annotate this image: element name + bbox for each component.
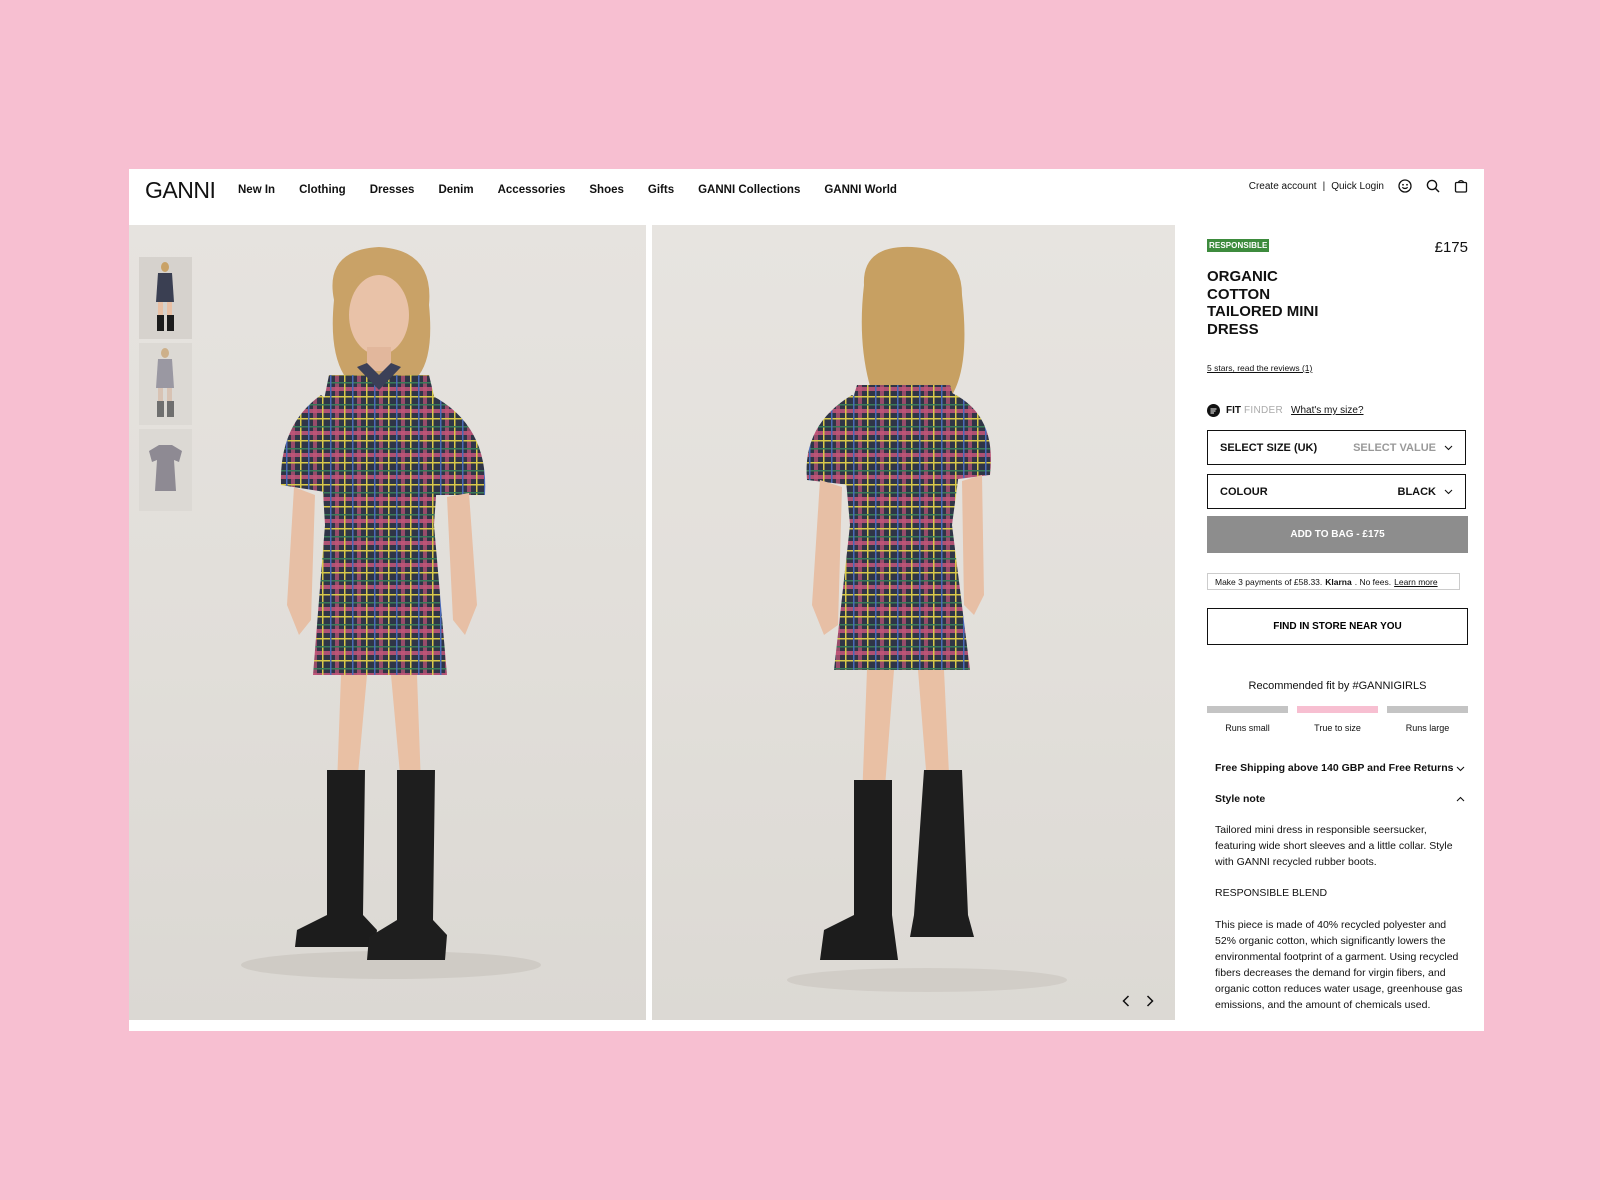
fit-bar xyxy=(1387,706,1468,713)
fit-bar xyxy=(1207,706,1288,713)
nav-accessories[interactable]: Accessories xyxy=(498,183,566,197)
shipping-accordion-label: Free Shipping above 140 GBP and Free Ret… xyxy=(1215,762,1454,774)
size-select-value: SELECT VALUE xyxy=(1353,441,1436,454)
recommended-fit-scale: Runs small True to size Runs large xyxy=(1207,706,1468,733)
recommended-fit-title: Recommended fit by #GANNIGIRLS xyxy=(1248,680,1427,692)
responsible-blend-text: This piece is made of 40% recycled polye… xyxy=(1215,919,1463,1011)
fit-option-runs-small: Runs small xyxy=(1207,706,1288,733)
chevron-right-icon[interactable] xyxy=(1143,994,1157,1008)
fit-bar xyxy=(1297,706,1378,713)
chevron-up-icon xyxy=(1456,795,1465,804)
colour-select-label: COLOUR xyxy=(1220,485,1268,498)
fit-label: FIT xyxy=(1226,405,1241,416)
thumbnail-flat[interactable] xyxy=(139,429,192,511)
product-image-front[interactable] xyxy=(129,225,646,1020)
product-page: GANNI New In Clothing Dresses Denim Acce… xyxy=(129,169,1484,1031)
nav-denim[interactable]: Denim xyxy=(438,183,473,197)
nav-clothing[interactable]: Clothing xyxy=(299,183,346,197)
product-title: ORGANIC COTTON TAILORED MINI DRESS xyxy=(1207,268,1319,338)
size-select[interactable]: SELECT SIZE (UK) SELECT VALUE xyxy=(1207,430,1466,465)
whats-my-size-link[interactable]: What's my size? xyxy=(1291,405,1363,416)
brand-logo[interactable]: GANNI xyxy=(145,177,216,204)
model-front-illustration xyxy=(241,247,541,979)
klarna-prefix: Make 3 payments of £58.33. xyxy=(1215,576,1323,587)
reviews-link[interactable]: 5 stars, read the reviews (1) xyxy=(1207,363,1312,373)
nav-new-in[interactable]: New In xyxy=(238,183,275,197)
smiley-icon[interactable] xyxy=(1398,179,1412,193)
fit-option-label: Runs large xyxy=(1405,723,1450,733)
fit-option-label: True to size xyxy=(1314,723,1361,733)
account-area: Create account | Quick Login xyxy=(1249,179,1468,193)
chevron-down-icon xyxy=(1444,487,1453,496)
gallery-arrows xyxy=(1119,994,1157,1008)
colour-select[interactable]: COLOUR BLACK xyxy=(1207,474,1466,509)
klarna-suffix: . No fees. xyxy=(1354,576,1392,587)
bag-icon[interactable] xyxy=(1454,179,1468,193)
add-to-bag-button[interactable]: ADD TO BAG - £175 xyxy=(1207,516,1468,553)
find-in-store-button[interactable]: FIND IN STORE NEAR YOU xyxy=(1207,608,1468,645)
nav-shoes[interactable]: Shoes xyxy=(589,183,624,197)
klarna-brand: Klarna xyxy=(1325,576,1352,587)
thumbnail-front[interactable] xyxy=(139,257,192,339)
model-back-illustration xyxy=(787,246,1067,992)
main-nav: New In Clothing Dresses Denim Accessorie… xyxy=(238,183,921,197)
site-header: GANNI New In Clothing Dresses Denim Acce… xyxy=(129,169,1484,225)
chevron-down-icon xyxy=(1444,443,1453,452)
thumbnail-list xyxy=(139,257,192,515)
nav-dresses[interactable]: Dresses xyxy=(370,183,415,197)
size-select-label: SELECT SIZE (UK) xyxy=(1220,441,1318,454)
search-icon[interactable] xyxy=(1426,179,1440,193)
thumbnail-back[interactable] xyxy=(139,343,192,425)
chevron-left-icon[interactable] xyxy=(1119,994,1133,1008)
finder-label: FINDER xyxy=(1244,405,1284,416)
nav-gifts[interactable]: Gifts xyxy=(648,183,674,197)
responsible-badge: RESPONSIBLE xyxy=(1207,239,1270,252)
responsible-blend-heading: RESPONSIBLE BLEND xyxy=(1215,887,1328,899)
nav-ganni-collections[interactable]: GANNI Collections xyxy=(698,183,800,197)
klarna-learn-more-link[interactable]: Learn more xyxy=(1394,577,1437,587)
style-note-text: Tailored mini dress in responsible seers… xyxy=(1215,824,1453,868)
fit-option-runs-large: Runs large xyxy=(1387,706,1468,733)
chevron-down-icon xyxy=(1456,764,1465,773)
style-note-accordion[interactable]: Style note xyxy=(1215,793,1465,805)
account-separator: | xyxy=(1322,180,1326,192)
fit-finder-icon xyxy=(1207,404,1220,417)
product-image-back[interactable] xyxy=(652,225,1175,1020)
fit-finder: FIT FINDER What's my size? xyxy=(1207,404,1364,417)
nav-ganni-world[interactable]: GANNI World xyxy=(824,183,897,197)
quick-login-link[interactable]: Quick Login xyxy=(1331,181,1384,192)
colour-select-value: BLACK xyxy=(1397,485,1437,498)
klarna-notice: Make 3 payments of £58.33. Klarna . No f… xyxy=(1207,573,1460,590)
shipping-accordion[interactable]: Free Shipping above 140 GBP and Free Ret… xyxy=(1215,762,1465,774)
style-note-heading: Style note xyxy=(1215,793,1266,805)
product-price: £175 xyxy=(1434,239,1468,256)
fit-option-label: Runs small xyxy=(1225,723,1270,733)
create-account-link[interactable]: Create account xyxy=(1249,181,1317,192)
fit-option-true-to-size: True to size xyxy=(1297,706,1378,733)
